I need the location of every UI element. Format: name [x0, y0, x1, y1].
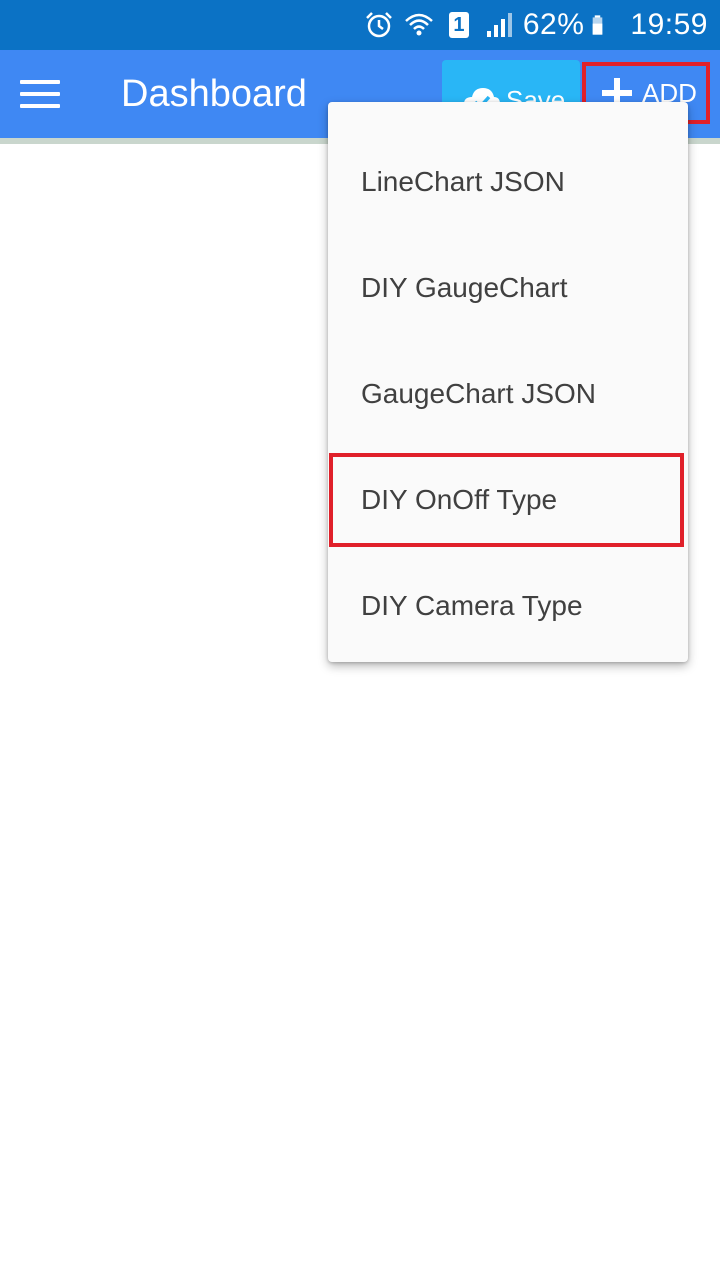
signal-icon: [486, 13, 512, 37]
menu-item-diy-camera-type[interactable]: DIY Camera Type: [328, 553, 688, 659]
status-bar: 1 62% 19:59: [0, 0, 720, 50]
menu-item-label: DIY GaugeChart: [361, 272, 568, 303]
alarm-icon: [365, 12, 392, 38]
wifi-icon: [405, 13, 433, 36]
menu-item-label: DIY Camera Type: [361, 590, 583, 621]
menu-item-diy-gaugechart[interactable]: DIY GaugeChart: [328, 235, 688, 341]
battery-percent: 62%: [522, 8, 585, 41]
menu-item-diy-onoff-type[interactable]: DIY OnOff Type: [328, 447, 688, 553]
clock: 19:59: [630, 8, 708, 41]
sim-label: 1: [453, 14, 465, 36]
menu-item-gaugechart-json[interactable]: GaugeChart JSON: [328, 341, 688, 447]
menu-item-linechart-json[interactable]: LineChart JSON: [328, 129, 688, 235]
hamburger-menu-icon[interactable]: [12, 72, 68, 116]
menu-item-label: DIY OnOff Type: [361, 484, 558, 515]
add-dropdown-menu: LineChart JSON DIY GaugeChart GaugeChart…: [328, 102, 688, 662]
page-title: Dashboard: [121, 73, 307, 115]
menu-item-label: GaugeChart JSON: [361, 378, 596, 409]
sim-icon: 1: [443, 9, 475, 41]
menu-item-label: LineChart JSON: [361, 166, 565, 197]
battery-icon: [593, 15, 603, 35]
